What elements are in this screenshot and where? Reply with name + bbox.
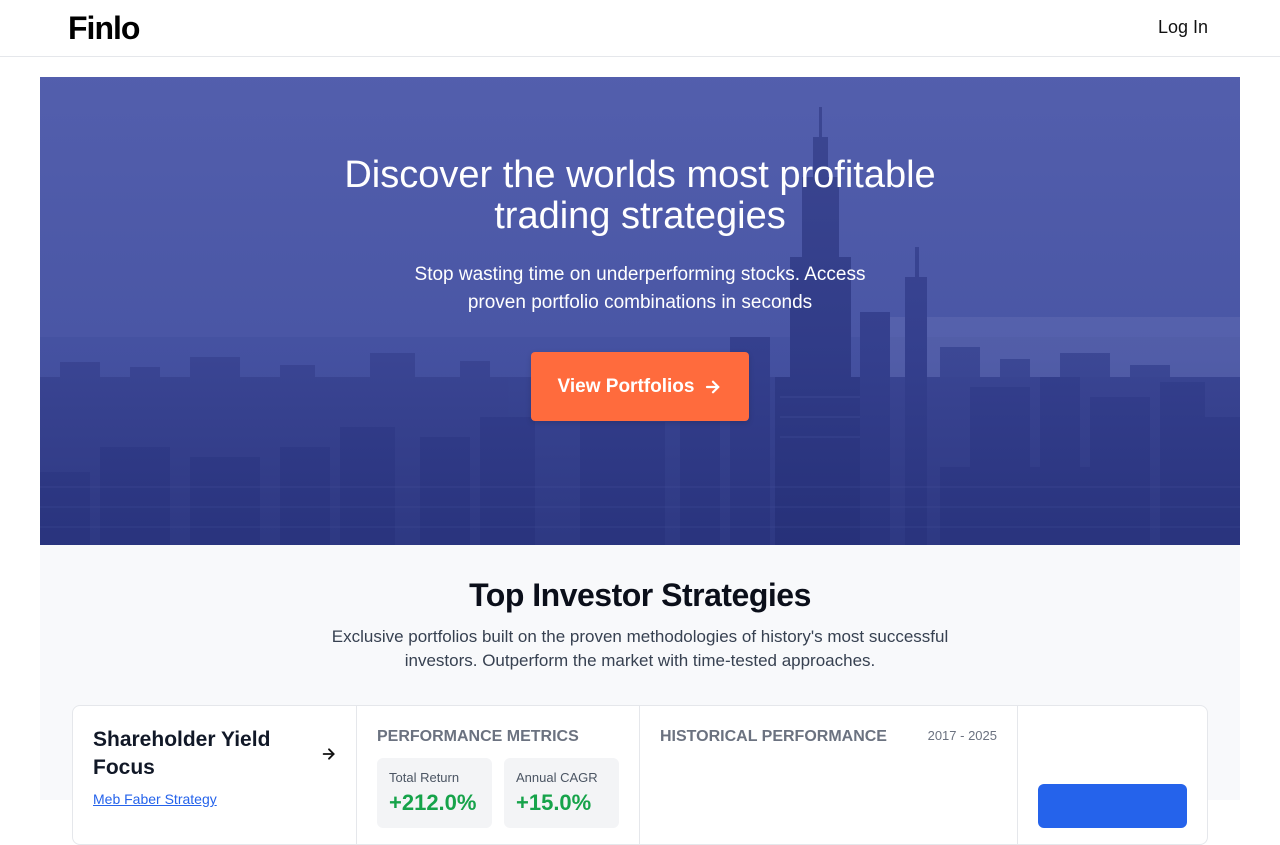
performance-metrics-column: PERFORMANCE METRICS Total Return +212.0%…: [357, 706, 640, 844]
performance-metrics-label: PERFORMANCE METRICS: [377, 728, 579, 745]
metric-label: Total Return: [389, 770, 460, 785]
section-subtitle-line1: Exclusive portfolios built on the proven…: [331, 627, 949, 646]
section-subtitle-line2: investors. Outperform the market with ti…: [404, 651, 876, 670]
strategy-author-link[interactable]: Meb Faber Strategy: [93, 791, 217, 807]
metric-total-return: Total Return +212.0%: [377, 758, 492, 828]
metric-label: Annual CAGR: [516, 770, 598, 785]
view-portfolios-label: View Portfolios: [557, 375, 695, 397]
hero-subtitle-line2: proven portfolio combinations in seconds: [467, 292, 813, 313]
view-portfolios-button[interactable]: View Portfolios: [531, 352, 749, 421]
strategy-card[interactable]: Shareholder Yield Focus Meb Faber Strate…: [72, 705, 1208, 845]
section-subtitle: Exclusive portfolios built on the proven…: [40, 625, 1240, 673]
metric-value: +15.0%: [516, 790, 592, 815]
hero-title-line2: trading strategies: [494, 195, 786, 237]
section-title: Top Investor Strategies: [469, 577, 811, 613]
strategy-info-column: Shareholder Yield Focus Meb Faber Strate…: [73, 706, 357, 844]
strategy-name[interactable]: Shareholder Yield Focus: [93, 726, 293, 782]
metric-annual-cagr: Annual CAGR +15.0%: [504, 758, 619, 828]
hero-title: Discover the worlds most profitable trad…: [40, 155, 1240, 237]
hero-subtitle: Stop wasting time on underperforming sto…: [40, 261, 1240, 317]
arrow-right-icon[interactable]: [321, 746, 337, 762]
hero-subtitle-line1: Stop wasting time on underperforming sto…: [414, 264, 866, 285]
historical-performance-column: HISTORICAL PERFORMANCE 2017 - 2025: [640, 706, 1018, 844]
strategy-action-button[interactable]: [1038, 784, 1187, 828]
hero-title-line1: Discover the worlds most profitable: [344, 154, 936, 196]
hero-banner: Discover the worlds most profitable trad…: [40, 77, 1240, 545]
strategies-section: Top Investor Strategies Exclusive portfo…: [40, 545, 1240, 845]
metric-value: +212.0%: [389, 790, 477, 815]
brand-logo[interactable]: Finlo: [68, 10, 140, 47]
historical-performance-label: HISTORICAL PERFORMANCE: [660, 728, 887, 745]
arrow-right-icon: [706, 380, 720, 393]
history-years-range: 2017 - 2025: [927, 728, 997, 743]
login-link[interactable]: Log In: [1158, 17, 1208, 38]
action-column: [1018, 706, 1207, 844]
top-navbar: Finlo Log In: [0, 0, 1280, 57]
